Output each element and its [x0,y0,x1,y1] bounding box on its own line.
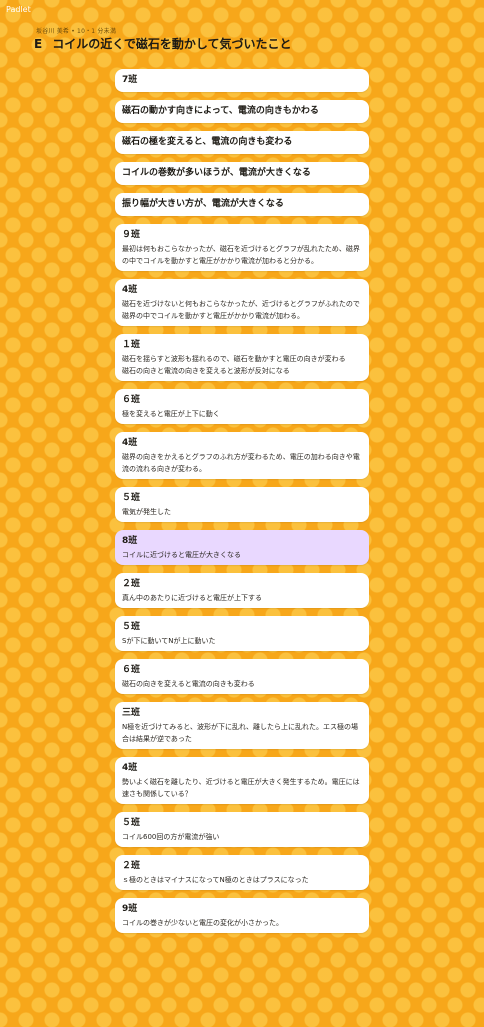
post-title: ５班 [122,818,141,828]
post-card[interactable]: 4班勢いよく磁石を離したり、近づけると電圧が大きく発生するため。電圧には速さも関… [115,757,369,804]
post-title: 8班 [122,536,138,546]
post-list: 7班磁石の動かす向きによって、電流の向きもかわる 磁石の極を変えると、電流の向きも… [115,69,369,933]
post-body: 磁石の向きを変えると電流の向きも変わる [122,680,255,688]
post-title: ９班 [122,230,141,240]
post-title: ５班 [122,622,141,632]
post-title: 4班 [122,285,138,295]
post-card[interactable]: ５班 Sが下に動いてNが上に動いた [115,616,369,651]
post-body: N極を近づけてみると、波形が下に乱れ、離したら上に乱れた。エス極の場合は結果が逆… [122,723,359,743]
post-title: ２班 [122,861,141,871]
post-title: ２班 [122,579,141,589]
post-card[interactable]: ２班 ｓ極のときはマイナスになってN極のときはプラスになった [115,855,369,890]
page-title: E コイルの近くで磁石を動かして気づいたこと [34,35,292,52]
post-title: ６班 [122,395,141,405]
post-title: ５班 [122,493,141,503]
post-title: 4班 [122,763,138,773]
post-title: 振り幅が大きい方が、電流が大きくなる [122,199,284,209]
post-card[interactable]: 8班コイルに近づけると電圧が大きくなる [115,530,369,565]
post-card[interactable]: ５班電気が発生した [115,487,369,522]
post-body: コイルに近づけると電圧が大きくなる [122,551,241,559]
post-card[interactable]: 磁石の動かす向きによって、電流の向きもかわる [115,100,369,123]
post-body: 磁界の向きをかえるとグラフのふれ方が変わるため、電圧の加わる向きや電流の流れる向… [122,453,360,473]
post-title: 磁石の極を変えると、電流の向きも変わる [122,137,293,147]
post-card[interactable]: ９班最初は何もおこらなかったが、磁石を近づけるとグラフが乱れたため、磁界の中でコ… [115,224,369,271]
post-body: ｓ極のときはマイナスになってN極のときはプラスになった [122,876,309,884]
section-label: E [34,37,43,51]
post-title: 三班 [122,708,141,718]
post-card[interactable]: １班磁石を揺らすと波形も揺れるので、磁石を動かすと電圧の向きが変わる 磁石の向き… [115,334,369,381]
post-card[interactable]: 4班磁界の向きをかえるとグラフのふれ方が変わるため、電圧の加わる向きや電流の流れ… [115,432,369,479]
post-body: 最初は何もおこらなかったが、磁石を近づけるとグラフが乱れたため、磁界の中でコイル… [122,245,360,265]
post-card[interactable]: 振り幅が大きい方が、電流が大きくなる [115,193,369,216]
post-body: 磁石を近づけないと何もおこらなかったが、近づけるとグラフがふれたので磁界の中でコ… [122,300,360,320]
app-logo[interactable]: Padlet [6,5,31,14]
post-card[interactable]: 磁石の極を変えると、電流の向きも変わる [115,131,369,154]
section-title: コイルの近くで磁石を動かして気づいたこと [52,37,292,51]
post-title: コイルの巻数が多いほうが、電流が大きくなる [122,168,311,178]
post-card[interactable]: ６班極を変えると電圧が上下に動く [115,389,369,424]
post-card[interactable]: 4班磁石を近づけないと何もおこらなかったが、近づけるとグラフがふれたので磁界の中… [115,279,369,326]
post-body: 勢いよく磁石を離したり、近づけると電圧が大きく発生するため。電圧には速さも関係し… [122,778,360,798]
post-title: ６班 [122,665,141,675]
post-meta: 坂谷川 美希 • 10・1 分未満 [36,28,117,35]
post-title: 磁石の動かす向きによって、電流の向きもかわる [122,106,319,116]
post-card[interactable]: 7班 [115,69,369,92]
post-card[interactable]: 9班コイルの巻きが少ないと電圧の変化が小さかった。 [115,898,369,933]
post-body: コイル600回の方が電流が強い [122,833,220,841]
post-card[interactable]: ５班コイル600回の方が電流が強い [115,812,369,847]
post-body: コイルの巻きが少ないと電圧の変化が小さかった。 [122,919,283,927]
post-title: 4班 [122,438,138,448]
post-body: 真ん中のあたりに近づけると電圧が上下する [122,594,262,602]
post-title: １班 [122,340,141,350]
post-body: Sが下に動いてNが上に動いた [122,637,216,645]
post-body: 電気が発生した [122,508,171,516]
post-body: 極を変えると電圧が上下に動く [122,410,220,418]
post-body: 磁石を揺らすと波形も揺れるので、磁石を動かすと電圧の向きが変わる 磁石の向きと電… [122,355,346,375]
post-title: 9班 [122,904,138,914]
post-card[interactable]: 三班 N極を近づけてみると、波形が下に乱れ、離したら上に乱れた。エス極の場合は結果… [115,702,369,749]
post-card[interactable]: ６班磁石の向きを変えると電流の向きも変わる [115,659,369,694]
post-card[interactable]: ２班真ん中のあたりに近づけると電圧が上下する [115,573,369,608]
post-card[interactable]: コイルの巻数が多いほうが、電流が大きくなる [115,162,369,185]
post-title: 7班 [122,75,138,85]
